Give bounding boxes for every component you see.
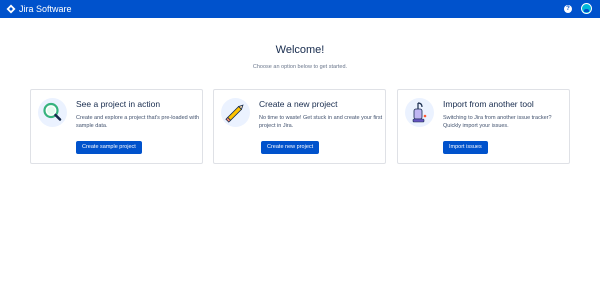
vacuum-icon	[405, 98, 434, 127]
import-issues-button[interactable]: Import issues	[443, 141, 488, 154]
brand-name: Jira Software	[19, 4, 72, 14]
card-title: See a project in action	[76, 99, 161, 109]
card-new-project: Create a new project No time to waste! G…	[213, 89, 386, 164]
page-subtitle: Choose an option below to get started.	[252, 64, 348, 70]
jira-logo-icon	[6, 4, 16, 14]
card-description: Create and explore a project that's pre-…	[76, 115, 200, 129]
help-icon[interactable]: ?	[564, 5, 572, 13]
card-description: No time to waste! Get stuck in and creat…	[259, 115, 383, 129]
card-title: Create a new project	[259, 99, 338, 109]
card-import: Import from another tool Switching to Ji…	[397, 89, 570, 164]
avatar[interactable]	[581, 3, 592, 14]
card-description: Switching to Jira from another issue tra…	[443, 115, 552, 129]
create-new-project-button[interactable]: Create new project	[261, 141, 320, 154]
page-title: Welcome!	[275, 44, 325, 56]
magnifier-icon	[38, 98, 67, 127]
pencil-icon	[221, 98, 250, 127]
card-sample-project: See a project in action Create and explo…	[30, 89, 203, 164]
create-sample-project-button[interactable]: Create sample project	[76, 141, 142, 154]
jira-brand[interactable]: Jira Software	[6, 0, 72, 18]
card-title: Import from another tool	[443, 99, 534, 109]
top-navigation-bar: Jira Software ?	[0, 0, 600, 18]
